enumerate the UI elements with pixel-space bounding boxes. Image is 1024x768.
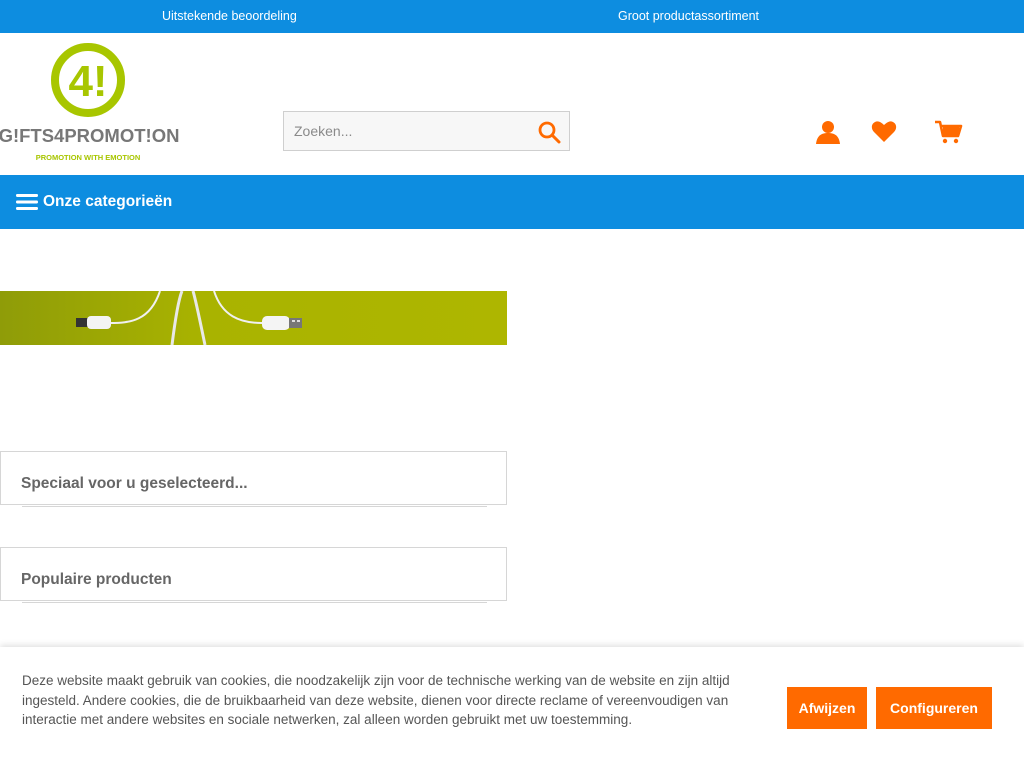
- usp-bar: Uitstekende beoordeling Groot productass…: [0, 0, 1024, 33]
- categories-menu-button[interactable]: Onze categorieën: [16, 189, 172, 215]
- cookie-banner: Deze website maakt gebruik van cookies, …: [0, 647, 1024, 768]
- reject-cookies-button[interactable]: Afwijzen: [787, 687, 867, 729]
- site-logo[interactable]: 4! G!FTS4PROMOT!ON PROMOTION WITH EMOTIO…: [0, 41, 180, 166]
- logo-mark: 4!: [68, 57, 107, 106]
- divider: [22, 602, 487, 603]
- menu-icon: [16, 194, 38, 210]
- account-icon[interactable]: [815, 120, 841, 144]
- promo-banner[interactable]: [0, 291, 507, 345]
- divider: [22, 506, 487, 507]
- usb-cable-image: [76, 291, 302, 345]
- wishlist-heart-icon[interactable]: [871, 120, 897, 144]
- category-bar: Onze categorieën: [0, 175, 1024, 229]
- configure-cookies-button[interactable]: Configureren: [876, 687, 992, 729]
- header: 4! G!FTS4PROMOT!ON PROMOTION WITH EMOTIO…: [0, 33, 1024, 175]
- categories-label: Onze categorieën: [43, 193, 173, 210]
- logo-wordmark: G!FTS4PROMOT!ON: [0, 125, 179, 146]
- selected-products-title: Speciaal voor u geselecteerd...: [21, 475, 248, 492]
- usp-rating: Uitstekende beoordeling: [162, 9, 297, 23]
- search-box: [283, 111, 570, 151]
- popular-products-section: Populaire producten: [0, 547, 507, 603]
- search-input[interactable]: [284, 112, 524, 150]
- popular-products-title: Populaire producten: [21, 571, 172, 588]
- search-icon[interactable]: [537, 120, 561, 144]
- cookie-text: Deze website maakt gebruik van cookies, …: [22, 673, 730, 727]
- usp-assortment: Groot productassortiment: [618, 9, 760, 23]
- selected-products-section: Speciaal voor u geselecteerd...: [0, 451, 507, 507]
- cart-icon[interactable]: [934, 120, 964, 144]
- logo-tagline: PROMOTION WITH EMOTION: [36, 153, 141, 162]
